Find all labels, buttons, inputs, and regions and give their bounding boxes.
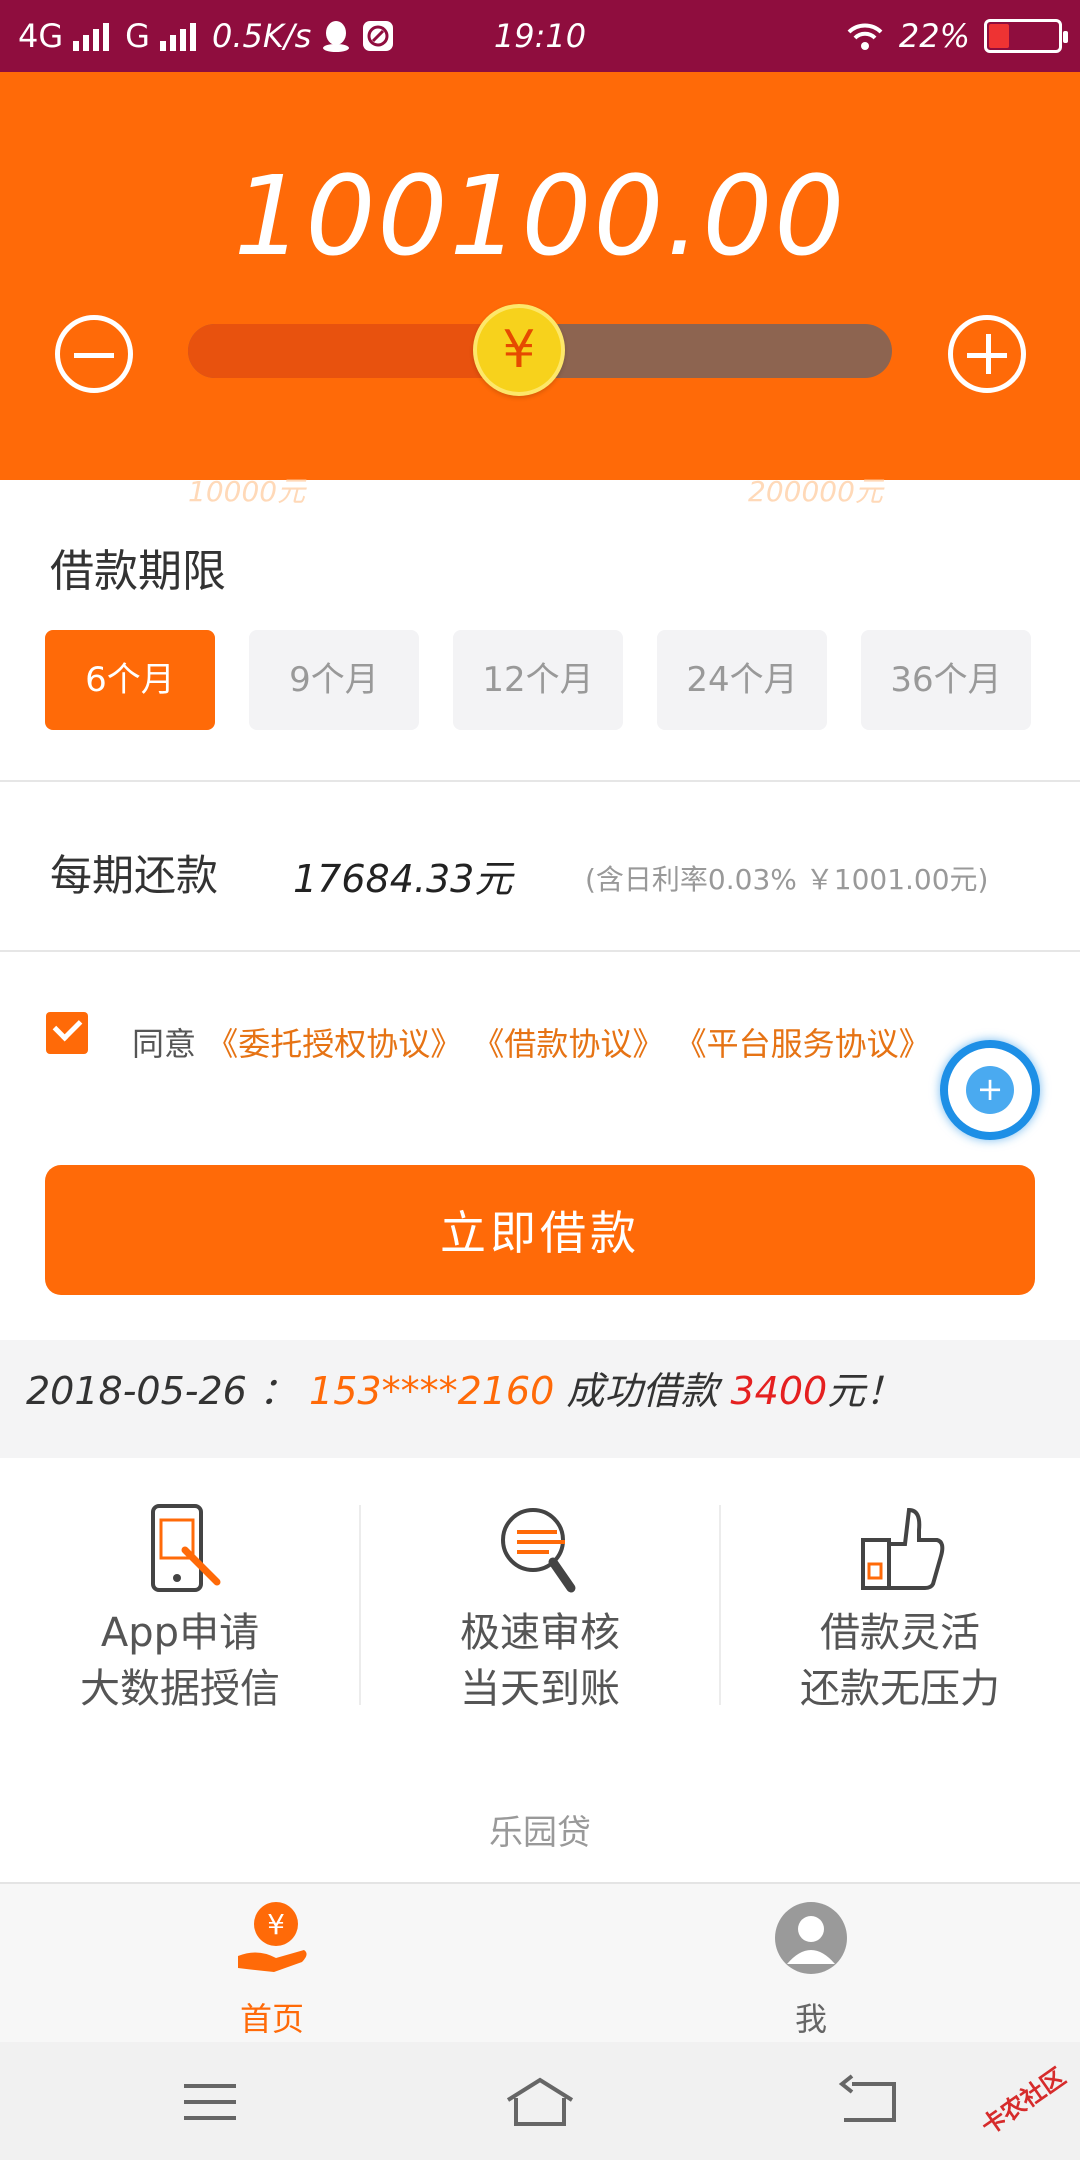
status-bar: 4G G 0.5K/s 19:10 22%	[0, 0, 1080, 72]
svg-text:¥: ¥	[267, 1908, 285, 1941]
entrust-agreement-link[interactable]: 《委托授权协议》	[206, 1025, 462, 1063]
tab-home[interactable]: ¥ 首页	[172, 1898, 372, 2040]
term-options: 6个月 9个月 12个月 24个月 36个月	[45, 630, 1031, 730]
repayment-value: 17684.33元	[293, 857, 513, 901]
amount-slider-handle[interactable]: ¥	[472, 304, 565, 396]
feature-3-line2: 还款无压力	[800, 1666, 1000, 1712]
battery-icon	[984, 19, 1068, 53]
battery-percent: 22%	[898, 17, 970, 55]
repayment-label: 每期还款	[50, 851, 219, 900]
ticker-suffix: 元！	[827, 1369, 904, 1413]
term-option-36[interactable]: 36个月	[861, 630, 1031, 730]
tab-home-label: 首页	[239, 2000, 304, 2038]
borrow-now-button[interactable]: 立即借款	[45, 1165, 1035, 1295]
app-screen: 4G G 0.5K/s 19:10 22% 100100.00 ¥ 10000元…	[0, 0, 1080, 2160]
divider	[0, 950, 1080, 952]
agree-prefix: 同意	[132, 1025, 197, 1063]
phone-tap-icon	[151, 1504, 221, 1592]
search-icon	[501, 1508, 576, 1593]
feature-list: App申请大数据授信 极速审核当天到账 借款灵活还款无压力	[0, 1470, 1080, 1740]
feature-3-line1: 借款灵活	[820, 1610, 980, 1656]
bottom-tab-bar: ¥ 首页 我	[0, 1882, 1080, 2042]
term-option-6[interactable]: 6个月	[45, 630, 215, 730]
platform-service-agreement-link[interactable]: 《平台服务协议》	[675, 1025, 931, 1063]
term-option-9[interactable]: 9个月	[249, 630, 419, 730]
ticker-line: 2018-05-26 ： 153****2160 成功借款 3400元！	[26, 1360, 903, 1415]
term-title: 借款期限	[50, 546, 226, 597]
feature-2-line2: 当天到账	[460, 1666, 620, 1712]
tab-me-label: 我	[794, 2000, 827, 2038]
system-nav-bar	[0, 2042, 1080, 2160]
ticker-phone: 153****2160	[309, 1369, 555, 1413]
min-amount-label: 10000元	[188, 475, 306, 508]
increase-amount-button[interactable]	[948, 315, 1026, 393]
ticker-separator: ：	[258, 1369, 297, 1413]
floating-assist-button[interactable]: +	[940, 1040, 1040, 1140]
loan-amount: 100100.00	[233, 152, 847, 280]
home-icon[interactable]	[490, 2070, 590, 2134]
loan-ticker: 2018-05-26 ： 153****2160 成功借款 3400元！	[0, 1340, 1080, 1458]
repayment-note: (含日利率0.03% ￥1001.00元)	[585, 863, 989, 896]
feature-flexible-loan: 借款灵活 还款无压力	[720, 1470, 1080, 1740]
back-icon[interactable]	[820, 2070, 920, 2134]
max-amount-label: 200000元	[748, 475, 883, 508]
feature-divider	[359, 1505, 361, 1705]
agree-checkbox[interactable]	[46, 1012, 88, 1054]
term-option-12[interactable]: 12个月	[453, 630, 623, 730]
divider	[0, 780, 1080, 782]
user-avatar-icon	[775, 1902, 847, 1974]
feature-app-apply: App申请大数据授信	[0, 1470, 360, 1740]
amount-slider-progress	[188, 324, 519, 378]
tab-me[interactable]: 我	[711, 1898, 911, 2040]
brand-name: 乐园贷	[489, 1813, 591, 1853]
ticker-action: 成功借款	[566, 1369, 719, 1413]
ticker-date: 2018-05-26	[26, 1369, 247, 1413]
menu-icon[interactable]	[160, 2070, 260, 2134]
term-option-24[interactable]: 24个月	[657, 630, 827, 730]
feature-1-line2: 大数据授信	[80, 1666, 280, 1712]
agreement-text: 同意 《委托授权协议》 《借款协议》 《平台服务协议》	[132, 1008, 1012, 1080]
loan-amount-panel: 100100.00 ¥ 10000元 200000元	[0, 72, 1080, 508]
home-yuan-icon: ¥	[238, 1902, 307, 1972]
feature-divider	[719, 1505, 721, 1705]
feature-2-line1: 极速审核	[460, 1610, 620, 1656]
loan-agreement-link[interactable]: 《借款协议》	[472, 1025, 664, 1063]
wifi-icon	[847, 23, 883, 50]
ticker-amount: 3400	[730, 1369, 828, 1413]
decrease-amount-button[interactable]	[55, 315, 133, 393]
feature-1-line1: App申请	[100, 1610, 260, 1656]
thumbs-up-icon	[861, 1507, 945, 1590]
feature-fast-review: 极速审核 当天到账	[360, 1470, 720, 1740]
plus-icon: +	[966, 1066, 1014, 1114]
